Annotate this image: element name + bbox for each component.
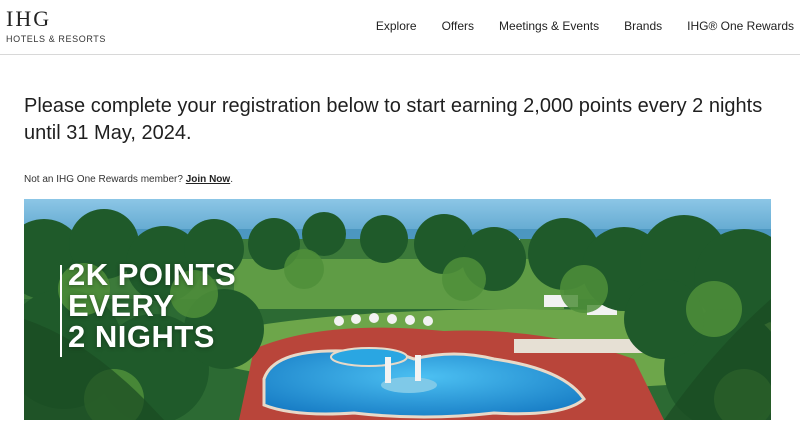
join-prompt: Not an IHG One Rewards member?: [24, 174, 183, 185]
site-header: IHG HOTELS & RESORTS Explore Offers Meet…: [0, 0, 800, 55]
promo-text: 2K POINTS EVERY 2 NIGHTS: [68, 259, 236, 352]
nav-ihg-one-rewards[interactable]: IHG® One Rewards: [687, 18, 794, 34]
promo-line-3: 2 NIGHTS: [68, 319, 215, 354]
promo-line-2: EVERY: [68, 288, 175, 323]
main-nav: Explore Offers Meetings & Events Brands …: [351, 18, 794, 34]
promo-banner: 2K POINTS EVERY 2 NIGHTS: [24, 199, 771, 420]
nav-brands[interactable]: Brands: [624, 18, 662, 34]
promo-line-1: 2K POINTS: [68, 257, 237, 292]
nav-offers[interactable]: Offers: [442, 18, 474, 34]
logo-subtext: HOTELS & RESORTS: [6, 34, 106, 44]
promo-divider: [60, 265, 62, 357]
join-note: Not an IHG One Rewards member? Join Now.: [24, 173, 233, 187]
page-headline: Please complete your registration below …: [24, 95, 763, 144]
nav-meetings-events[interactable]: Meetings & Events: [499, 18, 599, 34]
join-suffix: .: [230, 174, 233, 185]
nav-explore[interactable]: Explore: [376, 18, 417, 34]
logo-mark: IHG: [6, 6, 52, 31]
ihg-logo[interactable]: IHG HOTELS & RESORTS: [6, 8, 106, 45]
join-now-link[interactable]: Join Now: [186, 174, 230, 185]
